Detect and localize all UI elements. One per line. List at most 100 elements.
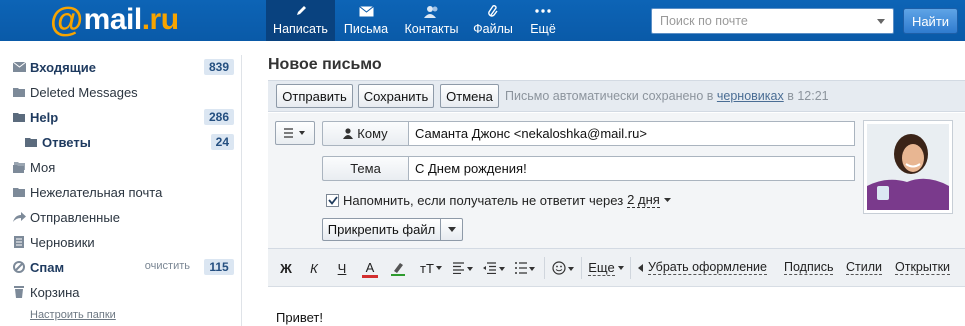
nav-more-label: Ещё — [530, 22, 556, 36]
folder-drafts[interactable]: Черновики — [12, 232, 234, 252]
nav-messages[interactable]: Письма — [335, 0, 397, 41]
compose-menu-button[interactable] — [275, 121, 315, 145]
drafts-link[interactable]: черновиках — [717, 89, 784, 103]
nav-contacts-label: Контакты — [404, 22, 459, 36]
reminder-option[interactable]: Напомнить, если получатель не ответит че… — [326, 192, 671, 208]
folder-icon — [12, 86, 26, 98]
align-left-icon — [453, 262, 473, 274]
to-field-label[interactable]: Кому — [322, 121, 408, 146]
more-dots-icon — [535, 4, 551, 18]
nav-messages-label: Письма — [343, 22, 389, 36]
save-button[interactable]: Сохранить — [358, 84, 434, 108]
top-header: @ mail .ru Написать Письма Контакты Файлы — [0, 0, 965, 41]
top-nav: Написать Письма Контакты Файлы Ещё — [266, 0, 566, 41]
search-input[interactable] — [652, 10, 870, 32]
avatar-photo — [867, 124, 949, 210]
search-box — [651, 8, 894, 34]
person-icon — [343, 128, 354, 139]
autosave-prefix: Письмо автоматически сохранено в — [505, 89, 714, 103]
align-button[interactable] — [452, 260, 474, 276]
smiley-icon — [552, 261, 574, 275]
list-icon — [515, 262, 535, 274]
nav-more[interactable]: Ещё — [520, 0, 566, 41]
format-toolbar: Ж К Ч А тТ Еще Убрать оформление Подпись… — [268, 249, 965, 287]
toolbar-separator — [581, 257, 582, 279]
to-label-text: Кому — [357, 126, 388, 141]
sidebar-divider — [241, 55, 242, 326]
send-button[interactable]: Отправить — [276, 84, 353, 108]
clear-formatting-link[interactable]: Убрать оформление — [648, 260, 767, 275]
clear-spam-link[interactable]: очистить — [145, 260, 190, 272]
to-field[interactable]: Саманта Джонс <nekaloshka@mail.ru> — [408, 121, 855, 146]
folder-spam[interactable]: Спам очистить 115 — [12, 257, 234, 277]
subject-field[interactable]: С Днем рождения! — [408, 156, 855, 181]
postcards-link[interactable]: Открытки — [895, 260, 951, 275]
folder-icon — [24, 136, 38, 148]
folder-label: Ответы — [42, 134, 91, 150]
message-body[interactable]: Привет! — [276, 310, 323, 325]
bold-button[interactable]: Ж — [278, 260, 294, 276]
nav-compose-label: Написать — [273, 22, 328, 36]
folder-sidebar: Входящие 839 Deleted Messages Help 286 О… — [0, 41, 243, 326]
envelope-icon — [12, 61, 26, 73]
font-color-button[interactable]: А — [362, 260, 378, 278]
autosave-status: Письмо автоматически сохранено в чернови… — [505, 89, 829, 103]
highlight-color-button[interactable] — [389, 260, 407, 276]
autosave-time: в 12:21 — [787, 89, 829, 103]
trash-icon — [12, 286, 26, 298]
compose-toolbar: Отправить Сохранить Отмена Письмо автома… — [268, 80, 965, 112]
attach-file-button[interactable]: Прикрепить файл — [322, 218, 463, 241]
folder-label: Входящие — [30, 59, 96, 75]
mail-ru-logo[interactable]: @ mail .ru — [50, 1, 179, 39]
attach-dropdown-button[interactable] — [440, 219, 462, 240]
folder-label: Нежелательная почта — [30, 184, 163, 200]
setup-folders-link[interactable]: Настроить папки — [30, 309, 116, 321]
message-editor: Ж К Ч А тТ Еще Убрать оформление Подпись… — [268, 248, 965, 326]
unread-count-badge: 839 — [203, 59, 234, 75]
nav-compose[interactable]: Написать — [266, 0, 335, 41]
unread-count-badge: 24 — [210, 134, 234, 150]
more-format-label: Еще — [588, 259, 615, 276]
folder-icon — [12, 111, 26, 123]
nav-files-label: Файлы — [473, 22, 513, 36]
folder-trash[interactable]: Корзина — [12, 282, 234, 302]
folder-deleted-messages[interactable]: Deleted Messages — [12, 82, 234, 102]
font-size-label: тТ — [420, 260, 434, 276]
collapse-arrow-icon[interactable] — [636, 260, 644, 276]
font-size-button[interactable]: тТ — [418, 260, 444, 276]
sent-arrow-icon — [12, 211, 26, 223]
attach-file-label: Прикрепить файл — [327, 222, 436, 237]
styles-link[interactable]: Стили — [846, 260, 883, 275]
contacts-icon — [423, 4, 440, 18]
folder-sent[interactable]: Отправленные — [12, 207, 234, 227]
more-format-button[interactable]: Еще — [588, 260, 624, 276]
search-button[interactable]: Найти — [903, 8, 958, 34]
logo-ru-text: .ru — [141, 3, 179, 36]
folder-icon — [12, 186, 26, 198]
chevron-down-icon — [435, 266, 442, 270]
folder-my[interactable]: Моя — [12, 157, 234, 177]
menu-icon — [284, 128, 305, 138]
subject-field-label: Тема — [322, 156, 408, 181]
folder-junk[interactable]: Нежелательная почта — [12, 182, 234, 202]
underline-button[interactable]: Ч — [334, 260, 350, 276]
indent-button[interactable] — [482, 260, 506, 276]
folder-help[interactable]: Help 286 — [12, 107, 234, 127]
highlighter-icon — [391, 263, 405, 276]
nav-contacts[interactable]: Контакты — [397, 0, 466, 41]
folder-replies[interactable]: Ответы 24 — [24, 132, 234, 152]
reminder-days-select[interactable]: 2 дня — [627, 192, 660, 208]
toolbar-separator — [544, 257, 545, 279]
nav-files[interactable]: Файлы — [466, 0, 520, 41]
cancel-button[interactable]: Отмена — [440, 84, 499, 108]
signature-link[interactable]: Подпись — [784, 260, 834, 275]
chevron-down-icon[interactable] — [663, 198, 671, 202]
italic-button[interactable]: К — [306, 260, 322, 276]
emoji-button[interactable] — [551, 260, 575, 276]
folder-inbox[interactable]: Входящие 839 — [12, 57, 234, 77]
search-dropdown-icon[interactable] — [870, 10, 892, 32]
list-button[interactable] — [514, 260, 536, 276]
reminder-checkbox[interactable] — [326, 193, 339, 207]
page-title: Новое письмо — [268, 56, 382, 73]
chevron-down-icon — [447, 227, 456, 232]
